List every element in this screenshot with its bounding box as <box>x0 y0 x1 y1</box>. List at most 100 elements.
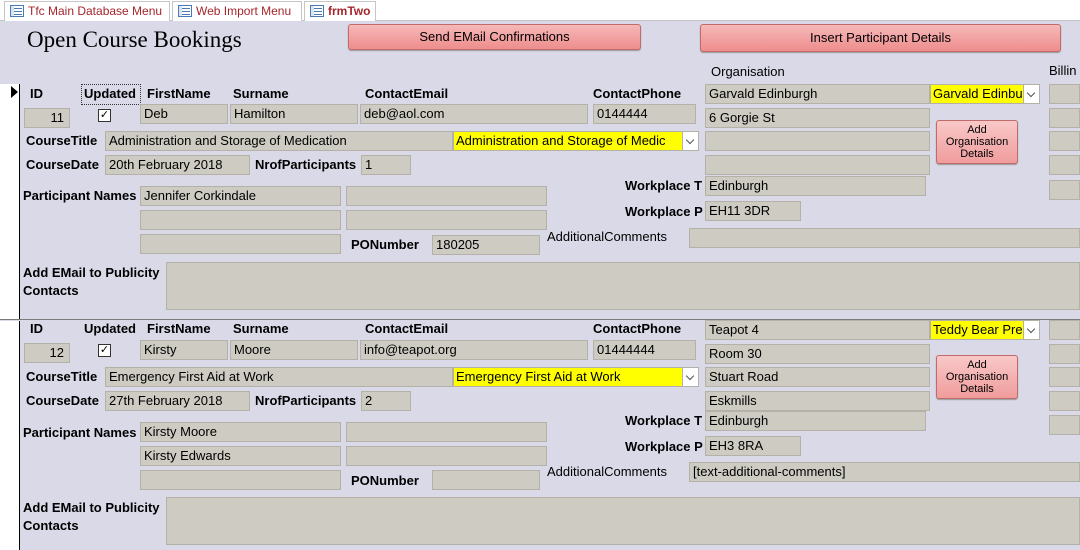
workplace-town-field[interactable]: Edinburgh <box>705 176 926 196</box>
workplace-postcode-label: Workplace P <box>625 439 703 454</box>
address-line-3-field[interactable] <box>705 155 930 175</box>
billing-field-4[interactable] <box>1049 391 1080 411</box>
nrof-participants-field[interactable]: 2 <box>361 391 411 411</box>
organisation-field[interactable]: Garvald Edinburgh <box>705 84 930 104</box>
organisation-header-label: Organisation <box>711 64 785 79</box>
billing-field-2[interactable] <box>1049 344 1080 364</box>
participant-4-field[interactable] <box>346 210 547 230</box>
current-record-arrow-icon <box>11 86 18 98</box>
additional-comments-label: AdditionalComments <box>547 229 667 244</box>
record-selector-1[interactable] <box>0 84 20 320</box>
po-number-field[interactable] <box>432 470 540 490</box>
chevron-down-icon[interactable] <box>682 368 698 386</box>
additional-comments-field[interactable] <box>689 228 1080 248</box>
address-line-3-field[interactable]: Eskmills <box>705 391 930 411</box>
workplace-postcode-label: Workplace P <box>625 204 703 219</box>
chevron-down-icon[interactable] <box>682 132 698 150</box>
address-line-2-field[interactable] <box>705 131 930 151</box>
billing-field-3[interactable] <box>1049 131 1080 151</box>
firstname-field[interactable]: Kirsty <box>140 340 228 360</box>
updated-label: Updated <box>84 321 136 336</box>
send-email-confirmations-button[interactable]: Send EMail Confirmations <box>348 24 641 50</box>
workplace-postcode-field[interactable]: EH3 8RA <box>705 436 801 456</box>
billing-field-1[interactable] <box>1049 320 1080 340</box>
billing-field-4[interactable] <box>1049 155 1080 175</box>
surname-label: Surname <box>233 321 289 336</box>
participant-names-label: Participant Names <box>23 188 137 203</box>
surname-field[interactable]: Moore <box>230 340 358 360</box>
course-date-field[interactable]: 27th February 2018 <box>105 391 250 411</box>
contact-email-label: ContactEmail <box>365 86 449 101</box>
form-icon <box>178 5 192 17</box>
participant-2-field[interactable] <box>346 186 547 206</box>
participant-3-field[interactable]: Kirsty Edwards <box>140 446 341 466</box>
course-title-field[interactable]: Emergency First Aid at Work <box>105 367 453 387</box>
publicity-contacts-field[interactable] <box>166 262 1080 310</box>
tab-frmtwo[interactable]: frmTwo <box>304 1 376 22</box>
po-number-label: PONumber <box>351 237 419 252</box>
participant-1-field[interactable]: Jennifer Corkindale <box>140 186 341 206</box>
contact-phone-label: ContactPhone <box>593 86 682 101</box>
tab-label: frmTwo <box>328 4 371 18</box>
organisation-field[interactable]: Teapot 4 <box>705 320 930 340</box>
updated-checkbox[interactable]: ✓ <box>98 109 111 122</box>
tab-tfc-main-database-menu[interactable]: Tfc Main Database Menu <box>4 1 170 21</box>
participant-1-field[interactable]: Kirsty Moore <box>140 422 341 442</box>
address-line-1-field[interactable]: 6 Gorgie St <box>705 108 930 128</box>
document-tab-bar: Tfc Main Database Menu Web Import Menu f… <box>0 0 1080 22</box>
nrof-participants-field[interactable]: 1 <box>361 155 411 175</box>
workplace-town-field[interactable]: Edinburgh <box>705 411 926 431</box>
address-line-1-field[interactable]: Room 30 <box>705 344 930 364</box>
id-field[interactable]: 12 <box>24 343 70 363</box>
contact-phone-field[interactable]: 01444444 <box>593 340 696 360</box>
tab-web-import-menu[interactable]: Web Import Menu <box>172 1 302 21</box>
firstname-label: FirstName <box>147 86 211 101</box>
updated-checkbox[interactable]: ✓ <box>98 344 111 357</box>
contact-phone-field[interactable]: 0144444 <box>593 104 696 124</box>
organisation-combo[interactable]: Garvald Edinbu <box>930 84 1040 104</box>
participant-5-field[interactable] <box>140 234 341 254</box>
tab-label: Tfc Main Database Menu <box>28 4 163 18</box>
participant-2-field[interactable] <box>346 422 547 442</box>
add-email-publicity-label: Add EMail to Publicity Contacts <box>23 265 160 298</box>
firstname-field[interactable]: Deb <box>140 104 228 124</box>
add-email-publicity-label: Add EMail to Publicity Contacts <box>23 500 160 533</box>
id-field[interactable]: 11 <box>24 108 70 128</box>
po-number-field[interactable]: 180205 <box>432 235 540 255</box>
additional-comments-field[interactable]: [text-additional-comments] <box>689 462 1080 482</box>
add-organisation-details-button[interactable]: Add Organisation Details <box>936 355 1018 399</box>
surname-field[interactable]: Hamilton <box>230 104 358 124</box>
add-organisation-details-button[interactable]: Add Organisation Details <box>936 120 1018 164</box>
insert-participant-details-button[interactable]: Insert Participant Details <box>700 24 1061 52</box>
course-title-combo[interactable]: Emergency First Aid at Work <box>453 367 699 387</box>
course-title-combo[interactable]: Administration and Storage of Medic <box>453 131 699 151</box>
chevron-down-icon[interactable] <box>1023 321 1039 339</box>
contact-email-field[interactable]: deb@aol.com <box>360 104 588 124</box>
record-selector-2[interactable] <box>0 321 20 550</box>
address-line-2-field[interactable]: Stuart Road <box>705 367 930 387</box>
form-icon <box>310 5 324 17</box>
billing-field-2[interactable] <box>1049 108 1080 128</box>
page-title: Open Course Bookings <box>27 27 242 52</box>
contact-email-field[interactable]: info@teapot.org <box>360 340 588 360</box>
billing-field-1[interactable] <box>1049 84 1080 104</box>
chevron-down-icon[interactable] <box>1023 85 1039 103</box>
billing-field-5[interactable] <box>1049 180 1080 200</box>
workplace-postcode-field[interactable]: EH11 3DR <box>705 201 801 221</box>
course-title-combo-value: Emergency First Aid at Work <box>456 369 621 384</box>
participant-3-field[interactable] <box>140 210 341 230</box>
course-date-field[interactable]: 20th February 2018 <box>105 155 250 175</box>
participant-4-field[interactable] <box>346 446 547 466</box>
billing-header-label: Billin <box>1049 63 1077 78</box>
course-title-field[interactable]: Administration and Storage of Medication <box>105 131 453 151</box>
tab-label: Web Import Menu <box>196 4 292 18</box>
organisation-combo[interactable]: Teddy Bear Pre <box>930 320 1040 340</box>
billing-field-3[interactable] <box>1049 367 1080 387</box>
participant-5-field[interactable] <box>140 470 341 490</box>
course-title-combo-value: Administration and Storage of Medic <box>456 133 666 148</box>
billing-field-5[interactable] <box>1049 415 1080 435</box>
surname-label: Surname <box>233 86 289 101</box>
publicity-contacts-field[interactable] <box>166 497 1080 545</box>
course-date-label: CourseDate <box>26 157 99 172</box>
workplace-town-label: Workplace T <box>625 413 703 428</box>
